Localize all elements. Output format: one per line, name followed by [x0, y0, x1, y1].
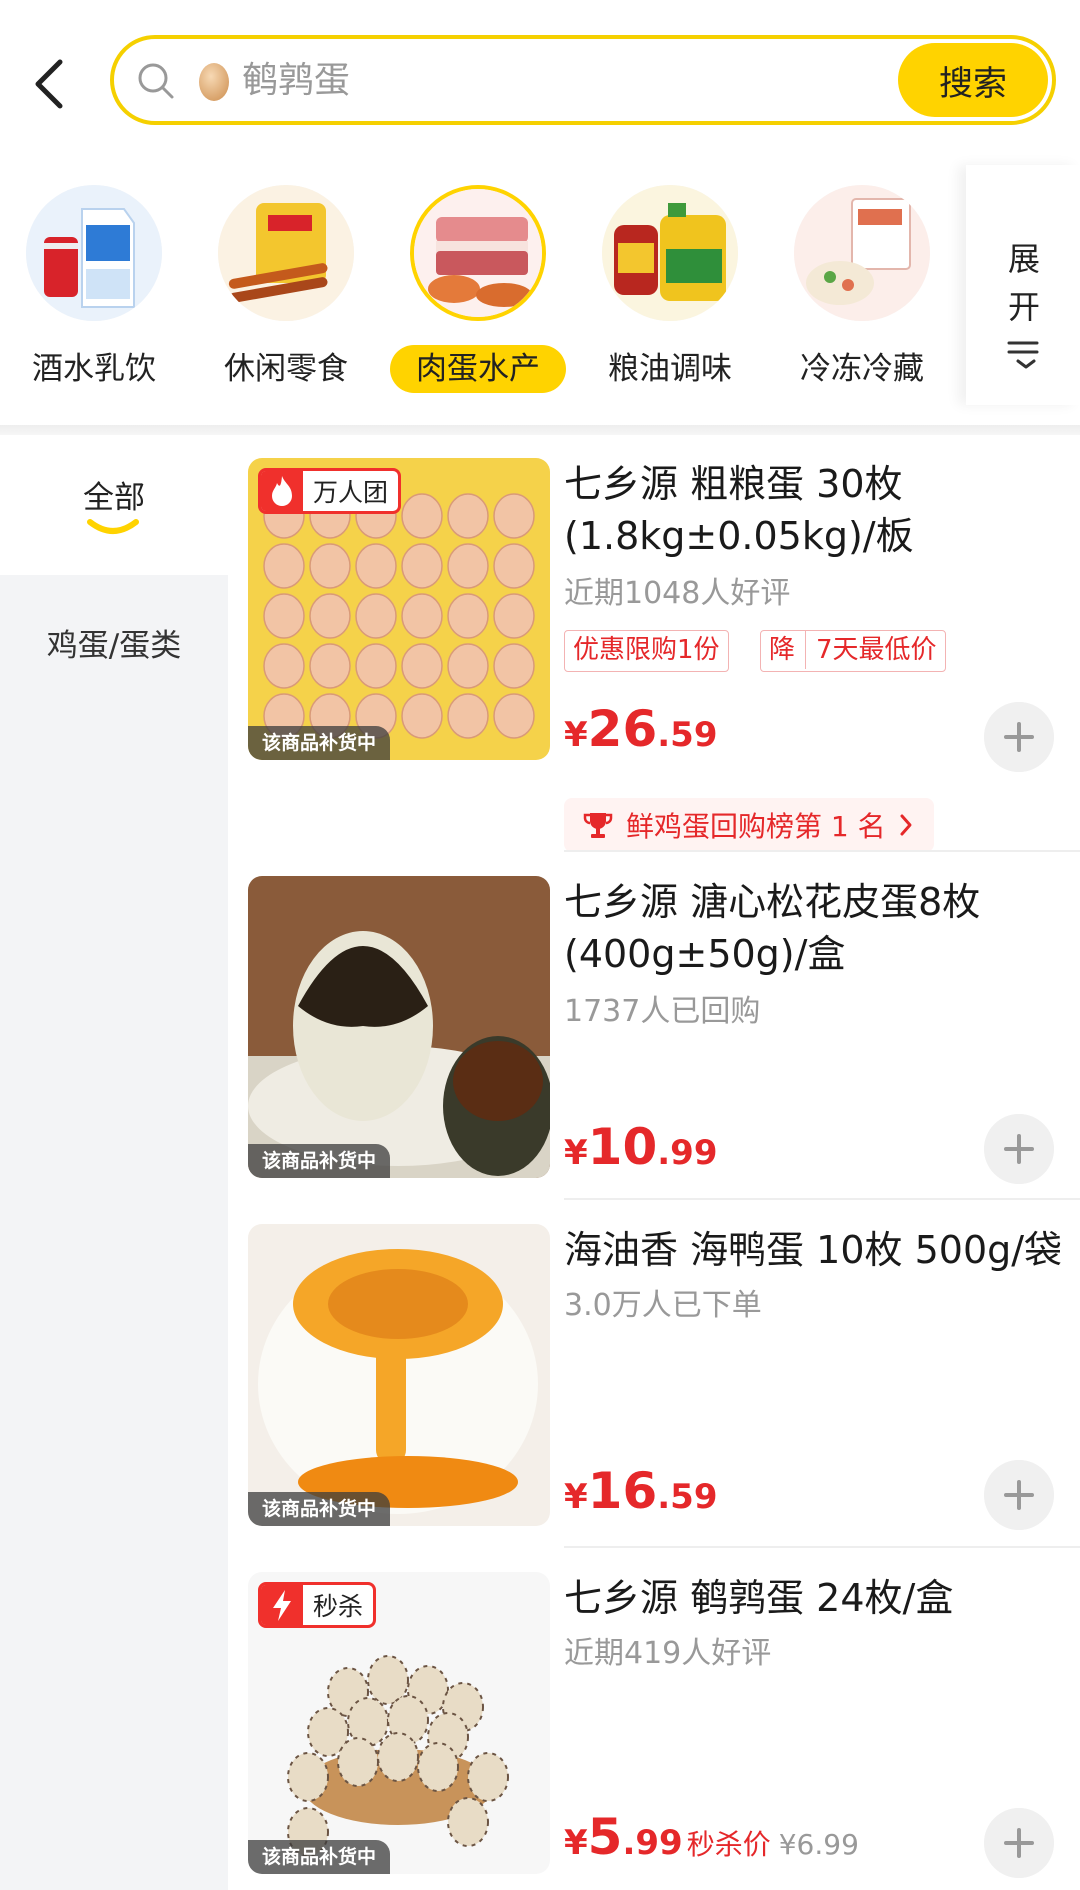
trophy-icon: [583, 813, 613, 838]
divider: [564, 850, 1080, 852]
product-image[interactable]: 该商品补货中: [248, 1224, 550, 1526]
divider: [564, 1546, 1080, 1548]
add-to-cart-button[interactable]: [984, 1114, 1054, 1184]
category-label: 休闲零食: [224, 351, 348, 387]
lowest-price-badge: 降 7天最低价: [760, 630, 946, 672]
category-label: 粮油调味: [608, 351, 732, 387]
product-subtitle: 1737人已回购: [564, 994, 761, 1029]
search-input[interactable]: [242, 49, 802, 111]
product-title: 七乡源 溏心松花皮蛋8枚 (400g±50g)/盒: [564, 880, 981, 976]
search-icon: [138, 63, 174, 99]
flash-price-label: 秒杀价: [686, 1828, 771, 1861]
product-subtitle: 近期419人好评: [564, 1636, 772, 1671]
category-label: 冷冻冷藏: [800, 351, 924, 387]
category-image-grain-oil: [602, 185, 738, 321]
category-image-frozen: [794, 185, 930, 321]
search-header: 搜索: [0, 0, 1080, 165]
limit-badge: 优惠限购1份: [564, 630, 729, 672]
product-price: ¥26.59: [564, 700, 718, 758]
divider: [564, 1198, 1080, 1200]
search-button[interactable]: 搜索: [898, 43, 1048, 117]
category-item-meat-eggs-seafood[interactable]: 肉蛋水产: [390, 185, 566, 405]
sidebar-item-eggs[interactable]: 鸡蛋/蛋类: [0, 620, 228, 665]
egg-icon: [199, 63, 229, 101]
active-indicator: [87, 519, 139, 534]
add-to-cart-button[interactable]: [984, 1808, 1054, 1878]
chevron-right-icon: [900, 814, 912, 836]
product-subtitle: 近期1048人好评: [564, 576, 791, 611]
category-image-drinks: [26, 185, 162, 321]
product-image[interactable]: 该商品补货中: [248, 876, 550, 1178]
category-item-drinks[interactable]: 酒水乳饮: [6, 185, 176, 405]
product-price: ¥5.99 秒杀价 ¥6.99: [564, 1808, 859, 1866]
sidebar-corner: [0, 575, 228, 615]
expand-menu-icon: [1007, 341, 1039, 369]
category-label: 酒水乳饮: [32, 351, 156, 387]
category-image-meat: [410, 185, 546, 321]
search-box[interactable]: 搜索: [110, 35, 1056, 125]
group-buy-tag: 万人团: [258, 468, 402, 514]
add-to-cart-button[interactable]: [984, 1460, 1054, 1530]
restock-label: 该商品补货中: [248, 726, 391, 760]
restock-label: 该商品补货中: [248, 1840, 391, 1874]
divider: [0, 425, 1080, 435]
sidebar-item-all[interactable]: 全部: [0, 472, 228, 517]
add-to-cart-button[interactable]: [984, 702, 1054, 772]
expand-label: 展 开: [1007, 240, 1040, 326]
category-item-frozen[interactable]: 冷冻冷藏: [774, 185, 944, 405]
fire-icon: [261, 471, 303, 511]
category-strip: 酒水乳饮 休闲零食 肉蛋水产 粮油调味 冷冻冷藏 展 开: [0, 165, 1080, 430]
restock-label: 该商品补货中: [248, 1492, 391, 1526]
expand-categories-button[interactable]: 展 开: [966, 165, 1080, 405]
product-image[interactable]: 秒杀 该商品补货中: [248, 1572, 550, 1874]
product-price: ¥10.99: [564, 1118, 718, 1176]
lightning-icon: [261, 1585, 303, 1625]
product-image[interactable]: 万人团 该商品补货中: [248, 458, 550, 760]
product-title: 七乡源 粗粮蛋 30枚 (1.8kg±0.05kg)/板: [564, 462, 914, 558]
product-subtitle: 3.0万人已下单: [564, 1288, 762, 1323]
category-item-grain-oil[interactable]: 粮油调味: [582, 185, 752, 405]
category-label: 肉蛋水产: [390, 345, 566, 393]
original-price: ¥6.99: [778, 1828, 859, 1861]
product-price: ¥16.59: [564, 1462, 718, 1520]
back-arrow-icon[interactable]: [22, 52, 86, 116]
restock-label: 该商品补货中: [248, 1144, 391, 1178]
category-image-snacks: [218, 185, 354, 321]
product-title: 海油香 海鸭蛋 10枚 500g/袋: [564, 1228, 1063, 1272]
flash-sale-tag: 秒杀: [258, 1582, 377, 1628]
repurchase-rank-link[interactable]: 鲜鸡蛋回购榜第 1 名: [564, 798, 934, 852]
category-item-snacks[interactable]: 休闲零食: [198, 185, 368, 405]
product-title: 七乡源 鹌鹑蛋 24枚/盒: [564, 1576, 954, 1620]
